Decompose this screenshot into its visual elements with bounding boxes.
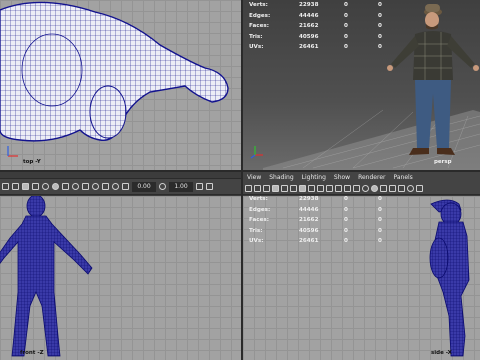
textured-icon-2[interactable]	[398, 185, 405, 192]
smooth-shade-icon[interactable]	[52, 183, 59, 190]
wireframe-icon[interactable]	[42, 183, 49, 190]
ambient-occlusion-icon[interactable]	[112, 183, 119, 190]
safe-action-icon[interactable]	[344, 185, 351, 192]
menu-renderer[interactable]: Renderer	[358, 172, 385, 183]
bookmark-icon[interactable]	[263, 185, 270, 192]
lock-camera-icon[interactable]	[254, 185, 261, 192]
hud-stats-persp: Verts: 22938 0 0 Edges: 44446 0 0 Faces: 21662 0…	[249, 2, 382, 50]
viewport-toolbar-right	[243, 183, 480, 195]
field-chart-icon[interactable]	[335, 185, 342, 192]
film-gate-icon[interactable]	[12, 183, 19, 190]
camera-icon[interactable]	[2, 183, 9, 190]
two-d-pan-icon[interactable]	[281, 185, 288, 192]
wireframe-mesh-top	[0, 1, 229, 142]
viewport-label-top: top -Y	[23, 159, 41, 165]
viewport-divider-horizontal[interactable]	[0, 170, 480, 172]
film-gate-icon-2[interactable]	[308, 185, 315, 192]
color-management-icon[interactable]	[196, 183, 203, 190]
viewport-persp[interactable]: persp Verts: 22938 0 0 Edges: 44446 0 0 Faces:…	[243, 0, 480, 170]
viewport-label-side: side -X	[431, 350, 452, 356]
antialias-icon[interactable]	[122, 183, 129, 190]
menu-panels[interactable]: Panels	[393, 172, 412, 183]
panel-menubar: View Shading Lighting Show Renderer Pane…	[243, 172, 480, 183]
viewport-divider-vertical[interactable]	[241, 0, 243, 360]
viewport-toolbar-left: 0.00 1.00	[0, 178, 241, 195]
safe-title-icon[interactable]	[353, 185, 360, 192]
isolate-icon[interactable]	[102, 183, 109, 190]
menu-show[interactable]: Show	[334, 172, 350, 183]
smooth-shade-icon-2[interactable]	[371, 185, 378, 192]
grease-pencil-icon[interactable]	[290, 185, 297, 192]
viewport-front[interactable]: front -Z	[0, 196, 241, 360]
axis-gizmo	[6, 143, 20, 162]
shadows-icon-2[interactable]	[416, 185, 423, 192]
resolution-gate-icon[interactable]	[32, 183, 39, 190]
shadows-icon[interactable]	[82, 183, 89, 190]
hud-stats-side: Verts: 22938 0 0 Edges: 44446 0 0 Faces: 21662 0…	[249, 196, 382, 244]
use-default-material-icon[interactable]	[380, 185, 387, 192]
viewport-label-persp: persp	[434, 159, 452, 165]
view-transform-icon[interactable]	[206, 183, 213, 190]
image-plane-icon[interactable]	[272, 185, 279, 192]
axis-gizmo-persp	[249, 143, 265, 163]
lights-icon[interactable]	[72, 183, 79, 190]
exposure-field[interactable]: 0.00	[132, 181, 156, 192]
wireframe-mesh-front	[0, 196, 93, 357]
grid-icon[interactable]	[22, 183, 29, 190]
grid-icon-2[interactable]	[299, 185, 306, 192]
lights-icon-2[interactable]	[407, 185, 414, 192]
menu-lighting[interactable]: Lighting	[302, 172, 326, 183]
resolution-gate-icon-2[interactable]	[317, 185, 324, 192]
viewport-label-front: front -Z	[20, 350, 44, 356]
gate-mask-icon[interactable]	[326, 185, 333, 192]
gamma-icon[interactable]	[159, 183, 166, 190]
gamma-field[interactable]: 1.00	[169, 181, 193, 192]
wireframe-icon-2[interactable]	[362, 185, 369, 192]
select-camera-icon[interactable]	[245, 185, 252, 192]
viewport-top[interactable]: top -Y	[0, 0, 241, 170]
menu-view[interactable]: View	[247, 172, 261, 183]
textured-icon[interactable]	[62, 183, 69, 190]
wireframe-on-shaded-icon[interactable]	[389, 185, 396, 192]
viewport-side[interactable]: side -X Verts: 22938 0 0 Edges: 44446 0 0 Face…	[243, 196, 480, 360]
xray-icon[interactable]	[92, 183, 99, 190]
menu-shading[interactable]: Shading	[269, 172, 293, 183]
